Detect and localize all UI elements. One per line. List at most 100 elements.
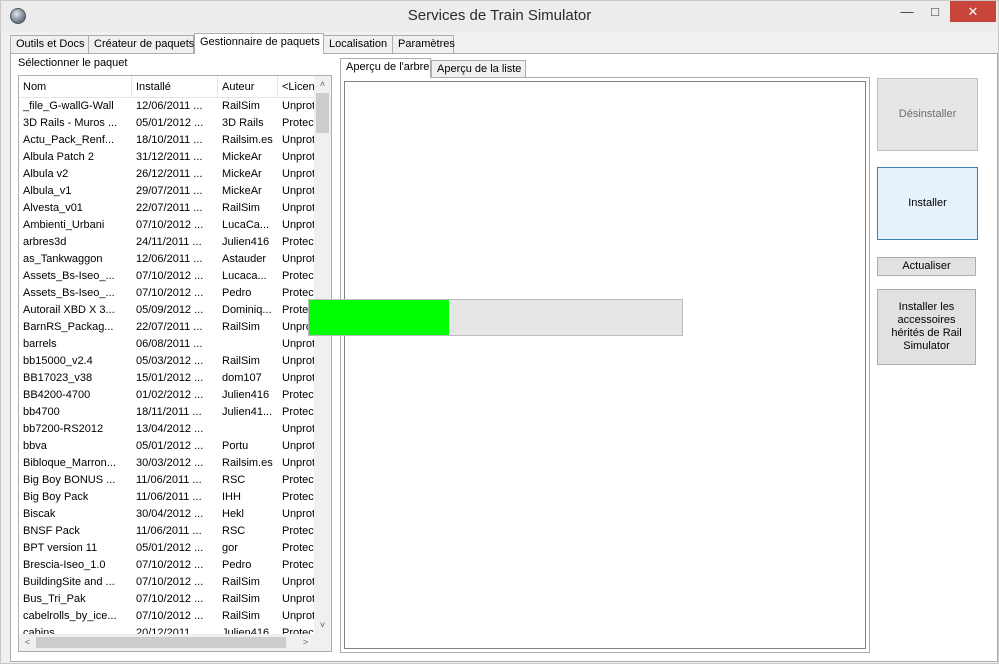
table-row[interactable]: BB4200-4700 01/02/2012 ... Julien416 Protec… bbox=[19, 387, 318, 404]
cell-author: gor bbox=[222, 542, 238, 554]
cell-author: Julien416 bbox=[222, 236, 270, 248]
install-button[interactable]: Installer bbox=[877, 167, 978, 240]
cell-installed: 11/06/2011 ... bbox=[136, 491, 202, 503]
tab-createur-paquets[interactable]: Créateur de paquets bbox=[88, 35, 194, 53]
tab-gestionnaire-paquets[interactable]: Gestionnaire de paquets bbox=[194, 33, 324, 54]
cell-installed: 12/06/2011 ... bbox=[136, 100, 203, 112]
cell-installed: 31/12/2011 ... bbox=[136, 151, 203, 163]
column-header-installed[interactable]: Installé bbox=[132, 76, 218, 98]
refresh-button[interactable]: Actualiser bbox=[877, 257, 976, 276]
cell-author: RailSim bbox=[222, 355, 260, 367]
cell-license: Unprote... bbox=[282, 355, 318, 367]
table-row[interactable]: bb7200-RS2012 13/04/2012 ... Unprote... bbox=[19, 421, 318, 438]
cell-name: BNSF Pack bbox=[23, 525, 80, 537]
cell-license: Unprote... bbox=[282, 151, 318, 163]
table-row[interactable]: Albula_v1 29/07/2011 ... MickeAr Unprote... bbox=[19, 183, 318, 200]
tree-view[interactable] bbox=[344, 81, 866, 649]
tab-list-preview[interactable]: Aperçu de la liste bbox=[431, 60, 526, 78]
table-row[interactable]: Albula Patch 2 31/12/2011 ... MickeAr Unpro… bbox=[19, 149, 318, 166]
cell-author: RailSim bbox=[222, 202, 260, 214]
cell-license: Unprote... bbox=[282, 338, 318, 350]
app-window: Services de Train Simulator — □ ✕ Outils… bbox=[0, 0, 999, 664]
cell-installed: 24/11/2011 ... bbox=[136, 236, 202, 248]
table-row[interactable]: bb15000_v2.4 05/03/2012 ... RailSim Unprote… bbox=[19, 353, 318, 370]
cell-license: Protected bbox=[282, 542, 318, 554]
table-row[interactable]: bbva 05/01/2012 ... Portu Unprote... bbox=[19, 438, 318, 455]
close-icon[interactable]: ✕ bbox=[950, 1, 996, 22]
cell-installed: 11/06/2011 ... bbox=[136, 525, 202, 537]
cell-license: Protected bbox=[282, 474, 318, 486]
package-list-label: Sélectionner le paquet bbox=[18, 57, 128, 69]
table-row[interactable]: BB17023_v38 15/01/2012 ... dom107 Unprote..… bbox=[19, 370, 318, 387]
scroll-up-icon[interactable]: ˄ bbox=[314, 76, 331, 93]
scroll-corner bbox=[314, 634, 331, 651]
vertical-scroll-thumb[interactable] bbox=[316, 93, 329, 133]
cell-author: MickeAr bbox=[222, 185, 262, 197]
table-row[interactable]: BuildingSite and ... 07/10/2012 ... RailSi… bbox=[19, 574, 318, 591]
table-row[interactable]: 3D Rails - Muros ... 05/01/2012 ... 3D Rai… bbox=[19, 115, 318, 132]
table-row[interactable]: Ambienti_Urbani 07/10/2012 ... LucaCa... Un… bbox=[19, 217, 318, 234]
horizontal-scrollbar[interactable]: ˂ ˃ bbox=[19, 634, 314, 651]
table-row[interactable]: cabelrolls_by_ice... 07/10/2012 ... RailSi… bbox=[19, 608, 318, 625]
cell-author: Lucaca... bbox=[222, 270, 267, 282]
install-legacy-button-label: Installer les accessoires hérités de Rai… bbox=[891, 301, 962, 352]
package-list[interactable]: Nom Installé Auteur <Licenc... _file_G-w… bbox=[18, 75, 332, 652]
column-header-name[interactable]: Nom bbox=[19, 76, 132, 98]
cell-installed: 06/08/2011 ... bbox=[136, 338, 203, 350]
table-row[interactable]: Alvesta_v01 22/07/2011 ... RailSim Unprote.… bbox=[19, 200, 318, 217]
table-row[interactable]: Albula v2 26/12/2011 ... MickeAr Unprote... bbox=[19, 166, 318, 183]
cell-installed: 07/10/2012 ... bbox=[136, 219, 204, 231]
table-row[interactable]: Actu_Pack_Renf... 18/10/2011 ... Railsim.e… bbox=[19, 132, 318, 149]
table-row[interactable]: Big Boy Pack 11/06/2011 ... IHH Protected bbox=[19, 489, 318, 506]
cell-author: MickeAr bbox=[222, 168, 262, 180]
cell-license: Protected bbox=[282, 491, 318, 503]
cell-author: Astauder bbox=[222, 253, 267, 265]
table-row[interactable]: Brescia-Iseo_1.0 07/10/2012 ... Pedro Prote… bbox=[19, 557, 318, 574]
table-row[interactable]: barrels 06/08/2011 ... Unprote... bbox=[19, 336, 318, 353]
cell-author: RailSim bbox=[222, 593, 260, 605]
table-row[interactable]: arbres3d 24/11/2011 ... Julien416 Protected bbox=[19, 234, 318, 251]
table-row[interactable]: as_Tankwaggon 12/06/2011 ... Astauder Unpro… bbox=[19, 251, 318, 268]
install-legacy-assets-button[interactable]: Installer les accessoires hérités de Rai… bbox=[877, 289, 976, 365]
column-header-license[interactable]: <Licenc... bbox=[278, 76, 318, 98]
horizontal-scroll-thumb[interactable] bbox=[36, 637, 286, 648]
cell-license: Unprote... bbox=[282, 372, 318, 384]
table-row[interactable]: Big Boy BONUS ... 11/06/2011 ... RSC Protec… bbox=[19, 472, 318, 489]
uninstall-button[interactable]: Désinstaller bbox=[877, 78, 978, 151]
table-row[interactable]: Assets_Bs-Iseo_... 07/10/2012 ... Lucaca..… bbox=[19, 268, 318, 285]
cell-license: Unprote... bbox=[282, 440, 318, 452]
progress-bar bbox=[308, 299, 683, 336]
maximize-icon[interactable]: □ bbox=[922, 1, 948, 22]
cell-license: Unprote... bbox=[282, 576, 318, 588]
table-row[interactable]: BPT version 11 05/01/2012 ... gor Protected bbox=[19, 540, 318, 557]
scroll-left-icon[interactable]: ˂ bbox=[19, 634, 36, 651]
cell-license: Protected bbox=[282, 389, 318, 401]
table-row[interactable]: Assets_Bs-Iseo_... 07/10/2012 ... Pedro Pro… bbox=[19, 285, 318, 302]
cell-license: Unprote... bbox=[282, 423, 318, 435]
cell-name: Albula v2 bbox=[23, 168, 69, 180]
vertical-scrollbar[interactable]: ˄ ˅ bbox=[314, 76, 331, 634]
title-bar: Services de Train Simulator — □ ✕ bbox=[1, 1, 998, 32]
tab-parametres[interactable]: Paramètres bbox=[392, 35, 455, 53]
cell-license: Unprote... bbox=[282, 185, 318, 197]
cell-license: Unprote... bbox=[282, 100, 318, 112]
minimize-icon[interactable]: — bbox=[894, 1, 920, 22]
table-row[interactable]: Bibloque_Marron... 30/03/2012 ... Railsim.… bbox=[19, 455, 318, 472]
cell-author bbox=[218, 421, 278, 438]
table-row[interactable]: _file_G-wallG-Wall 12/06/2011 ... RailSim U… bbox=[19, 98, 318, 115]
column-header-author[interactable]: Auteur bbox=[218, 76, 278, 98]
tab-tree-preview[interactable]: Aperçu de l'arbre bbox=[340, 58, 431, 78]
table-row[interactable]: Bus_Tri_Pak 07/10/2012 ... RailSim Unprote.… bbox=[19, 591, 318, 608]
table-row[interactable]: bb4700 18/11/2011 ... Julien41... Protected bbox=[19, 404, 318, 421]
cell-name: Ambienti_Urbani bbox=[23, 219, 105, 231]
tab-outils-docs[interactable]: Outils et Docs bbox=[10, 35, 89, 53]
table-row[interactable]: BNSF Pack 11/06/2011 ... RSC Protected bbox=[19, 523, 318, 540]
scroll-right-icon[interactable]: ˃ bbox=[297, 634, 314, 651]
table-row[interactable]: Biscak 30/04/2012 ... Hekl Unprote... bbox=[19, 506, 318, 523]
table-row[interactable]: BarnRS_Packag... 22/07/2011 ... RailSim Unp… bbox=[19, 319, 318, 336]
scroll-down-icon[interactable]: ˅ bbox=[314, 617, 331, 634]
cell-name: _file_G-wallG-Wall bbox=[23, 100, 114, 112]
cell-name: bb7200-RS2012 bbox=[23, 423, 104, 435]
tab-localisation[interactable]: Localisation bbox=[323, 35, 393, 53]
table-row[interactable]: Autorail XBD X 3... 05/09/2012 ... Dominiq… bbox=[19, 302, 318, 319]
